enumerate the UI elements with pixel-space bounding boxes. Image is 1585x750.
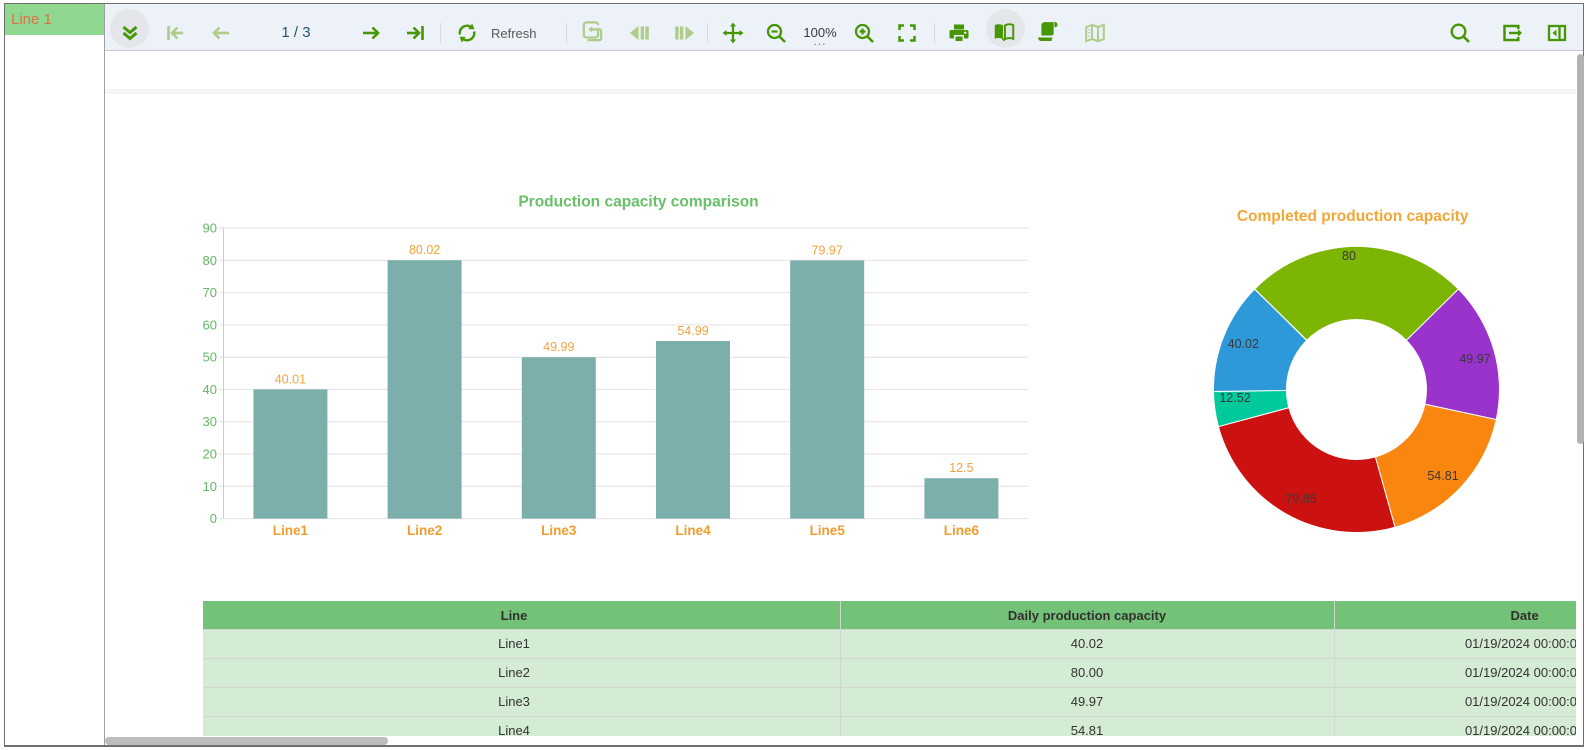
svg-text:70: 70 [203, 285, 217, 300]
svg-text:Line2: Line2 [407, 523, 442, 538]
svg-text:79.85: 79.85 [1285, 492, 1316, 506]
svg-text:60: 60 [203, 317, 217, 332]
svg-text:Line4: Line4 [675, 523, 711, 538]
svg-text:0: 0 [210, 511, 217, 526]
svg-text:Line5: Line5 [810, 523, 846, 538]
svg-text:50: 50 [203, 350, 217, 365]
svg-text:80: 80 [1342, 249, 1356, 263]
svg-text:80: 80 [203, 253, 217, 268]
svg-text:Completed production capacity: Completed production capacity [1237, 208, 1469, 225]
svg-text:49.97: 49.97 [1459, 352, 1490, 366]
svg-text:54.81: 54.81 [1427, 469, 1458, 483]
svg-text:10: 10 [203, 479, 217, 494]
svg-text:30: 30 [203, 414, 217, 429]
svg-text:40.02: 40.02 [1228, 337, 1259, 351]
svg-text:Line1: Line1 [273, 523, 309, 538]
svg-text:90: 90 [203, 221, 217, 236]
svg-text:Production capacity comparison: Production capacity comparison [518, 194, 758, 211]
svg-text:54.99: 54.99 [677, 324, 708, 338]
svg-text:49.99: 49.99 [543, 340, 574, 354]
svg-text:79.97: 79.97 [812, 243, 843, 257]
svg-text:40: 40 [203, 382, 217, 397]
svg-text:12.52: 12.52 [1219, 391, 1250, 405]
svg-text:80.02: 80.02 [409, 243, 440, 257]
svg-text:20: 20 [203, 447, 217, 462]
svg-text:Line3: Line3 [541, 523, 577, 538]
svg-text:Line6: Line6 [944, 523, 980, 538]
svg-text:12.5: 12.5 [949, 461, 973, 475]
svg-text:40.01: 40.01 [275, 372, 306, 386]
